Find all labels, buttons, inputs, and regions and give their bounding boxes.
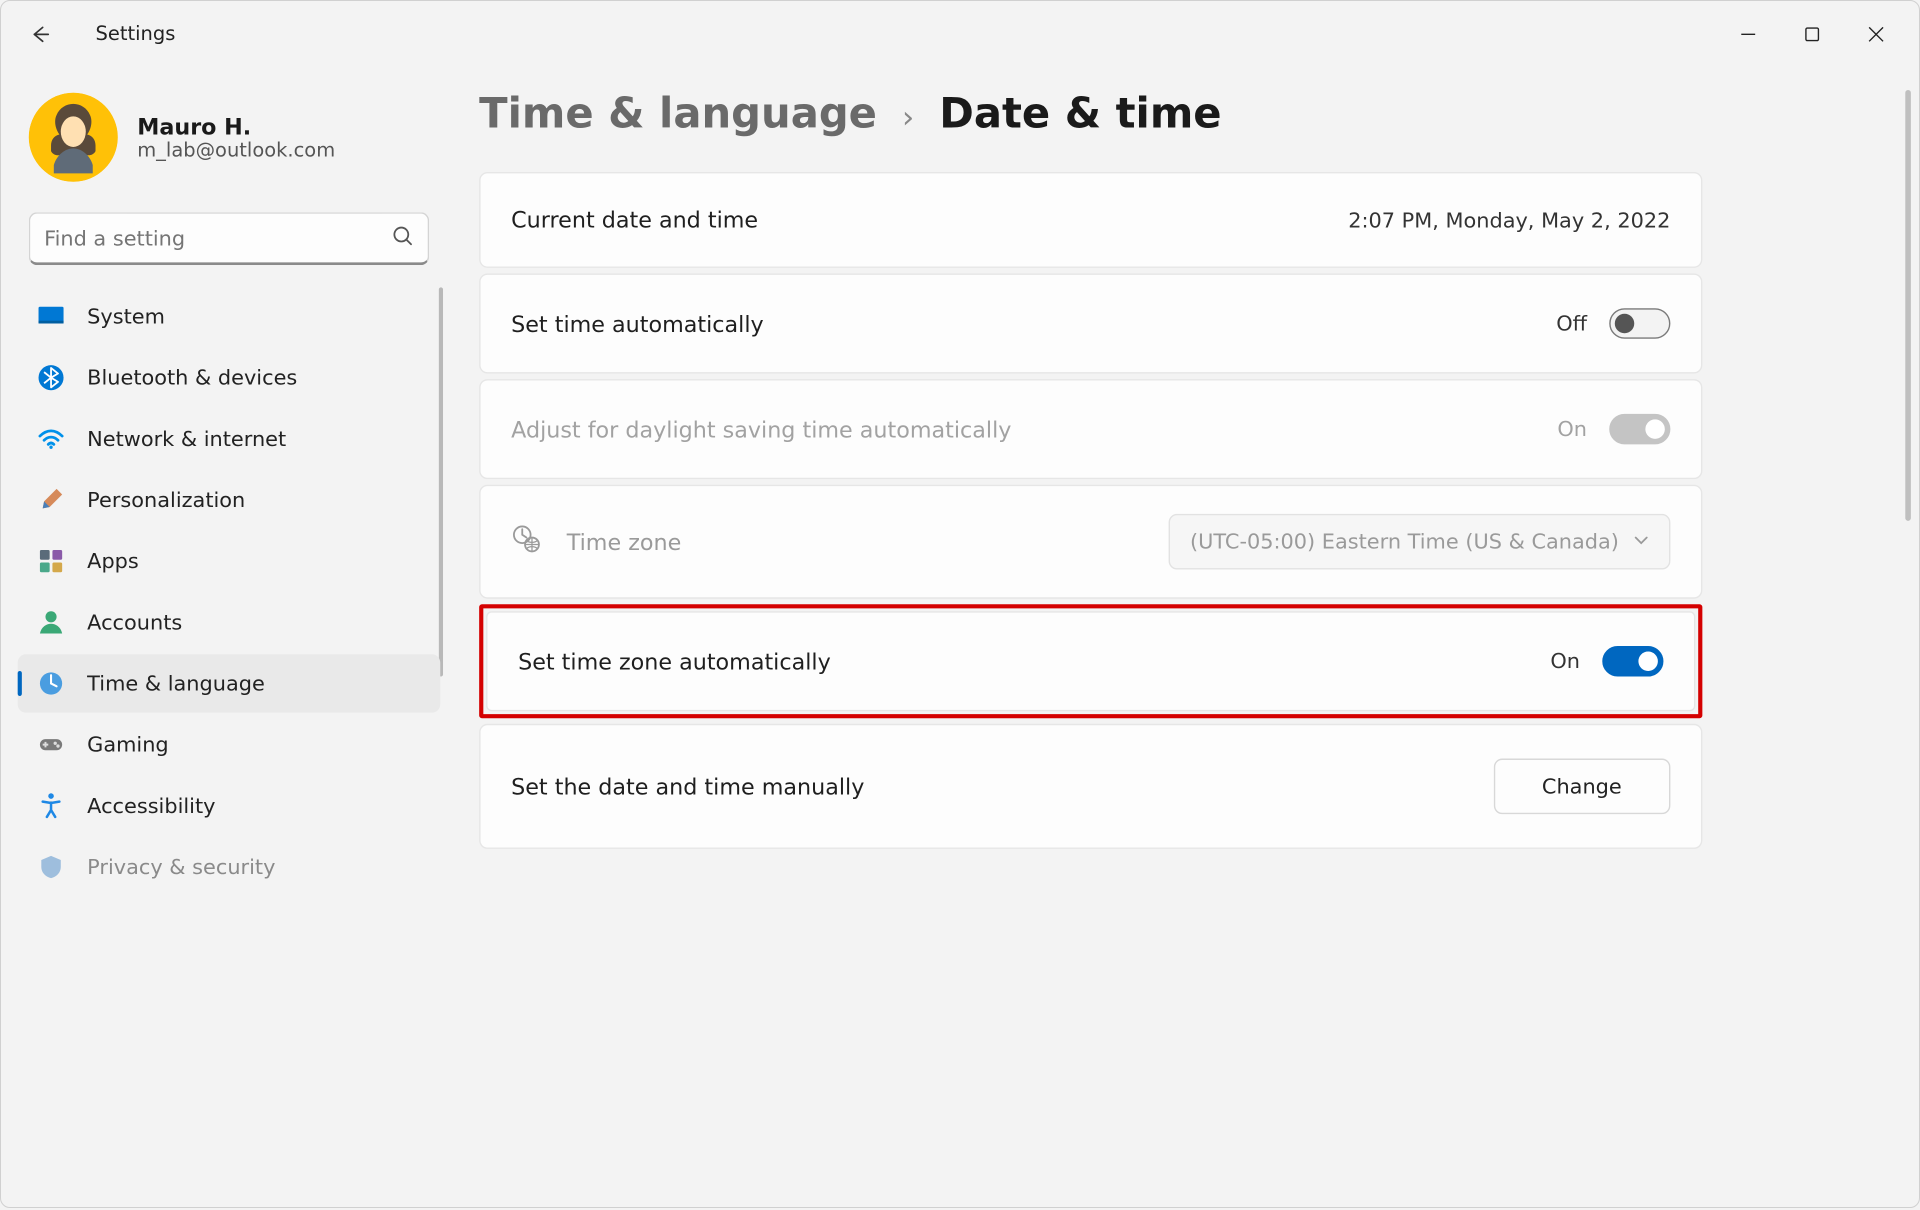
- sidebar-item-network[interactable]: Network & internet: [18, 410, 441, 468]
- avatar: [29, 93, 118, 182]
- set-time-auto-toggle[interactable]: [1609, 308, 1670, 339]
- gamepad-icon: [37, 731, 65, 759]
- sidebar-item-label: System: [87, 304, 165, 329]
- dst-label: Adjust for daylight saving time automati…: [511, 416, 1557, 442]
- manual-datetime-label: Set the date and time manually: [511, 773, 1493, 799]
- back-button[interactable]: [18, 12, 62, 56]
- sidebar-item-accounts[interactable]: Accounts: [18, 593, 441, 651]
- sidebar-item-gaming[interactable]: Gaming: [18, 715, 441, 773]
- system-icon: [37, 303, 65, 331]
- sidebar-item-label: Bluetooth & devices: [87, 365, 297, 390]
- set-tz-auto-row: Set time zone automatically On: [486, 611, 1695, 711]
- person-icon: [37, 608, 65, 636]
- sidebar-item-label: Accounts: [87, 610, 182, 635]
- sidebar-item-label: Gaming: [87, 732, 168, 757]
- sidebar-item-apps[interactable]: Apps: [18, 532, 441, 590]
- set-time-auto-row: Set time automatically Off: [479, 273, 1702, 373]
- sidebar-item-label: Time & language: [87, 671, 265, 696]
- timezone-value: (UTC-05:00) Eastern Time (US & Canada): [1190, 529, 1619, 554]
- nav-list: System Bluetooth & devices Network & int…: [18, 287, 441, 896]
- change-button[interactable]: Change: [1493, 759, 1670, 815]
- timezone-row: Time zone (UTC-05:00) Eastern Time (US &…: [479, 485, 1702, 599]
- manual-datetime-row: Set the date and time manually Change: [479, 724, 1702, 849]
- sidebar-item-time-language[interactable]: Time & language: [18, 654, 441, 712]
- dst-toggle: [1609, 414, 1670, 445]
- chevron-right-icon: ›: [902, 101, 914, 136]
- user-account-button[interactable]: Mauro H. m_lab@outlook.com: [18, 79, 441, 207]
- breadcrumb: Time & language › Date & time: [479, 90, 1891, 139]
- current-datetime-row: Current date and time 2:07 PM, Monday, M…: [479, 172, 1702, 268]
- search-box[interactable]: [29, 212, 429, 265]
- search-input[interactable]: [44, 225, 392, 250]
- titlebar: Settings: [1, 1, 1919, 68]
- sidebar-item-label: Personalization: [87, 488, 245, 513]
- sidebar-item-label: Accessibility: [87, 793, 215, 818]
- breadcrumb-parent[interactable]: Time & language: [479, 90, 877, 139]
- sidebar-item-personalization[interactable]: Personalization: [18, 471, 441, 529]
- user-email: m_lab@outlook.com: [137, 139, 335, 161]
- accessibility-icon: [37, 792, 65, 820]
- set-time-auto-label: Set time automatically: [511, 310, 1556, 336]
- current-datetime-label: Current date and time: [511, 207, 1348, 233]
- sidebar-item-label: Apps: [87, 549, 139, 574]
- sidebar-item-privacy[interactable]: Privacy & security: [18, 838, 441, 896]
- highlight-annotation: Set time zone automatically On: [479, 604, 1702, 718]
- bluetooth-icon: [37, 364, 65, 392]
- main-panel: Time & language › Date & time Current da…: [446, 68, 1919, 1210]
- shield-icon: [37, 853, 65, 881]
- paintbrush-icon: [37, 486, 65, 514]
- search-icon: [392, 224, 414, 252]
- sidebar-item-label: Network & internet: [87, 426, 286, 451]
- current-datetime-value: 2:07 PM, Monday, May 2, 2022: [1348, 207, 1670, 232]
- timezone-select: (UTC-05:00) Eastern Time (US & Canada): [1169, 514, 1670, 570]
- sidebar-item-bluetooth[interactable]: Bluetooth & devices: [18, 349, 441, 407]
- window-title: Settings: [96, 23, 176, 45]
- chevron-down-icon: [1633, 529, 1650, 554]
- maximize-button[interactable]: [1780, 12, 1844, 56]
- timezone-label: Time zone: [567, 529, 1144, 555]
- sidebar: Mauro H. m_lab@outlook.com System: [1, 68, 446, 1210]
- close-button[interactable]: [1844, 12, 1908, 56]
- main-scrollbar[interactable]: [1905, 90, 1911, 521]
- user-name: Mauro H.: [137, 113, 335, 139]
- wifi-icon: [37, 425, 65, 453]
- clock-globe-icon: [511, 524, 542, 560]
- sidebar-item-label: Privacy & security: [87, 854, 275, 879]
- set-tz-auto-toggle[interactable]: [1602, 646, 1663, 677]
- sidebar-item-system[interactable]: System: [18, 287, 441, 345]
- clock-globe-icon: [37, 670, 65, 698]
- sidebar-item-accessibility[interactable]: Accessibility: [18, 777, 441, 835]
- dst-row: Adjust for daylight saving time automati…: [479, 379, 1702, 479]
- apps-icon: [37, 547, 65, 575]
- set-time-auto-state: Off: [1556, 311, 1587, 336]
- page-title: Date & time: [939, 90, 1221, 139]
- minimize-button[interactable]: [1716, 12, 1780, 56]
- set-tz-auto-state: On: [1550, 649, 1580, 674]
- dst-state: On: [1557, 417, 1587, 442]
- set-tz-auto-label: Set time zone automatically: [518, 648, 1550, 674]
